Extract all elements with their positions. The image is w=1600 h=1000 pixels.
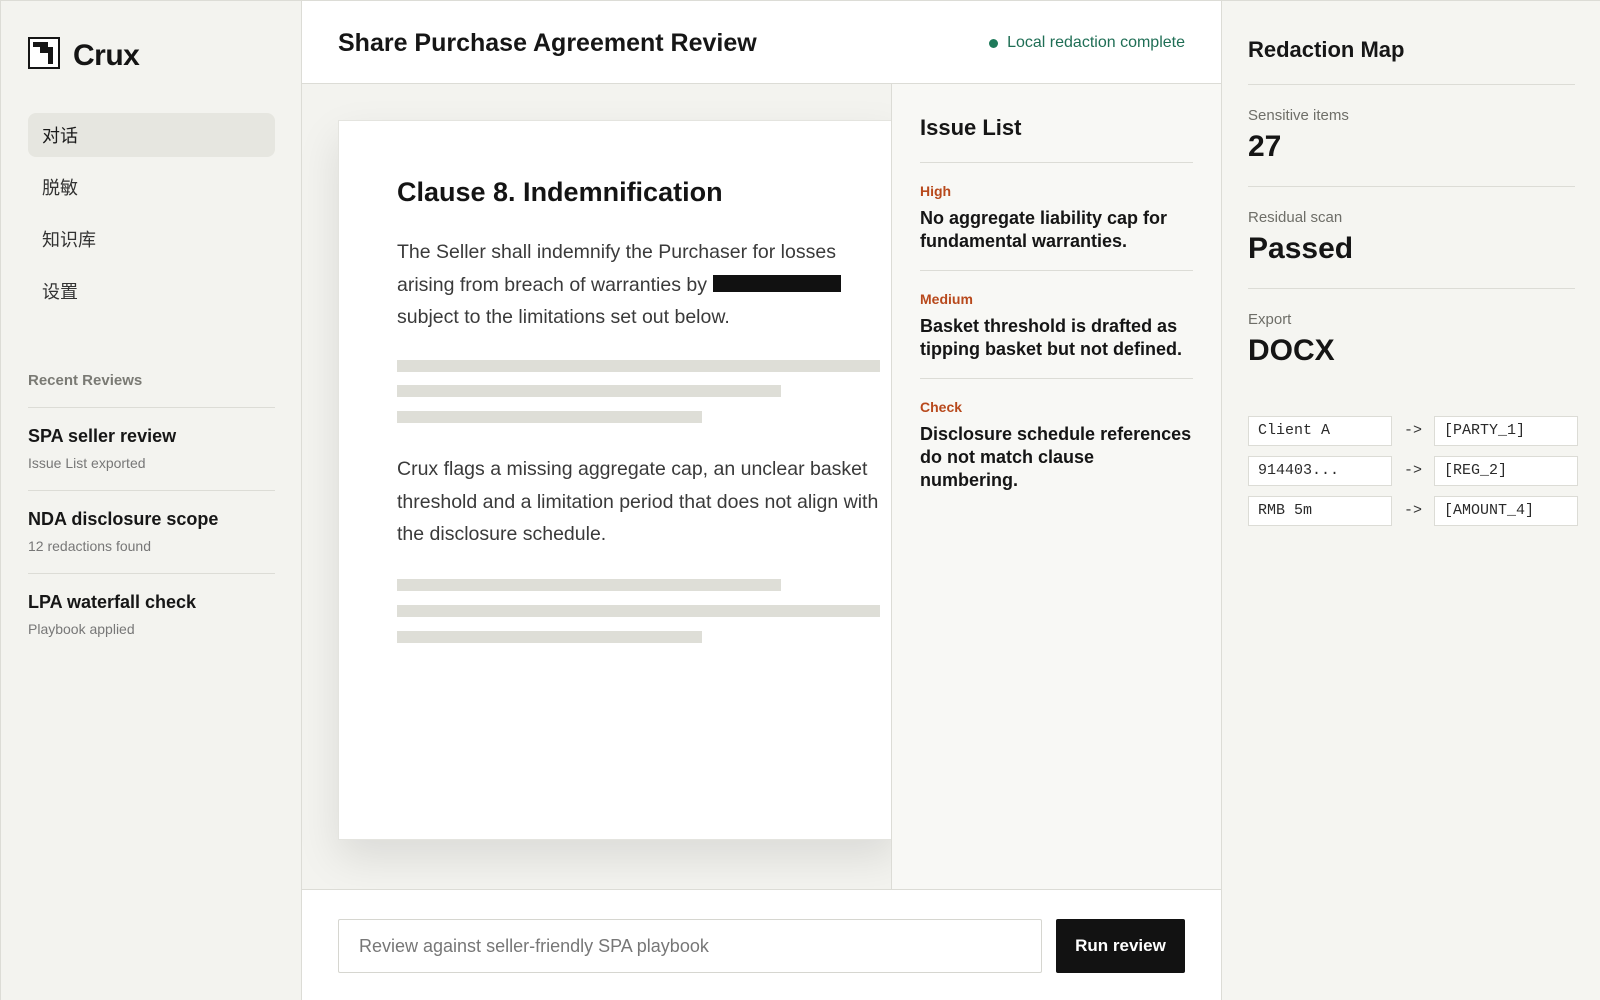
analysis-paragraph: Crux flags a missing aggregate cap, an u… [397,458,879,545]
stat-label: Residual scan [1248,209,1343,226]
mapping-original: Client A [1248,415,1392,446]
recent-review-item[interactable]: LPA waterfall check Playbook applied [28,573,275,656]
clause-title: Clause 8. Indemnification [397,177,723,207]
redaction-block [712,274,841,292]
arrow-icon: -> [1403,462,1422,479]
mapping-row: RMB 5m -> [AMOUNT_4] [1248,495,1578,526]
brand: Crux [28,37,140,74]
recent-reviews-list: SPA seller review Issue List exported ND… [28,407,275,656]
redaction-mapping-table: Client A -> [PARTY_1] 914403... -> [REG_… [1248,415,1578,535]
redaction-status: Local redaction complete [989,34,1185,52]
app-window: Crux 对话 脱敏 知识库 设置 Recent Reviews SPA sel… [0,0,1600,1000]
mapping-token: [REG_2] [1434,455,1578,486]
status-text: Local redaction complete [1007,34,1185,51]
recent-review-subtitle: Playbook applied [28,621,135,637]
text-placeholder-line [397,360,880,372]
mapping-row: 914403... -> [REG_2] [1248,455,1578,486]
recent-reviews-heading: Recent Reviews [28,372,143,389]
issue-description: No aggregate liability cap for fundament… [920,208,1168,251]
arrow-icon: -> [1403,422,1422,439]
text-placeholder-line [397,579,781,591]
sidebar-item-label: 脱敏 [42,178,78,198]
stat-value: Passed [1248,232,1354,265]
sidebar-item-chat[interactable]: 对话 [28,113,275,157]
review-prompt-input[interactable] [338,919,1042,973]
issue-item-check[interactable]: Check Disclosure schedule references do … [920,378,1193,490]
redaction-map-title: Redaction Map [1248,37,1405,62]
arrow-icon: -> [1403,502,1422,519]
crux-logo-icon [28,37,60,74]
mapping-original: RMB 5m [1248,495,1392,526]
stat-label: Export [1248,311,1292,328]
recent-review-subtitle: 12 redactions found [28,538,151,554]
recent-review-title: LPA waterfall check [28,592,197,612]
mapping-row: Client A -> [PARTY_1] [1248,415,1578,446]
issue-item-high[interactable]: High No aggregate liability cap for fund… [920,162,1193,270]
sidebar-item-redaction[interactable]: 脱敏 [28,165,275,209]
recent-review-title: SPA seller review [28,426,177,446]
app-name: Crux [73,38,140,72]
issue-severity: Medium [920,291,973,307]
recent-review-item[interactable]: NDA disclosure scope 12 redactions found [28,490,275,573]
issue-description: Disclosure schedule references do not ma… [920,424,1192,490]
clause-text-after: subject to the limitations set out below… [397,306,730,328]
redaction-map-panel: Redaction Map Sensitive items 27 Residua… [1221,1,1600,1000]
page-header: Share Purchase Agreement Review Local re… [302,1,1221,84]
issue-list-title: Issue List [920,115,1022,140]
document-viewer[interactable]: Clause 8. Indemnification The Seller sha… [302,84,891,889]
status-dot-icon [989,38,999,48]
page-title: Share Purchase Agreement Review [338,29,757,57]
composer-bar: Run review [302,889,1221,1000]
recent-review-title: NDA disclosure scope [28,509,219,529]
text-placeholder-line [397,411,702,423]
recent-review-item[interactable]: SPA seller review Issue List exported [28,407,275,490]
sidebar-item-label: 对话 [42,126,78,146]
stat-label: Sensitive items [1248,107,1349,124]
stat-value: 27 [1248,130,1282,163]
document-page: Clause 8. Indemnification The Seller sha… [338,120,891,840]
issue-list: High No aggregate liability cap for fund… [920,162,1193,490]
issue-list-panel: Issue List High No aggregate liability c… [891,84,1221,889]
mapping-original: 914403... [1248,455,1392,486]
sidebar-nav: 对话 脱敏 知识库 设置 [28,113,275,321]
review-workspace: Share Purchase Agreement Review Local re… [302,1,1221,1000]
recent-review-subtitle: Issue List exported [28,455,146,471]
stat-export-format: Export DOCX [1248,288,1575,368]
issue-severity: Check [920,399,963,415]
stat-sensitive-items: Sensitive items 27 [1248,84,1575,164]
issue-item-medium[interactable]: Medium Basket threshold is drafted as ti… [920,270,1193,378]
clause-paragraph: The Seller shall indemnify the Purchaser… [397,236,891,334]
text-placeholder-line [397,385,781,397]
sidebar-item-settings[interactable]: 设置 [28,269,275,313]
issue-description: Basket threshold is drafted as tipping b… [920,316,1182,359]
sidebar-item-label: 设置 [42,282,78,302]
sidebar: Crux 对话 脱敏 知识库 设置 Recent Reviews SPA sel… [1,1,302,1000]
sidebar-item-label: 知识库 [42,230,96,250]
run-review-button[interactable]: Run review [1056,919,1185,973]
sidebar-item-knowledge-base[interactable]: 知识库 [28,217,275,261]
mapping-token: [PARTY_1] [1434,415,1578,446]
stat-value: DOCX [1248,334,1335,367]
mapping-token: [AMOUNT_4] [1434,495,1578,526]
text-placeholder-line [397,605,880,617]
text-placeholder-line [397,631,702,643]
issue-severity: High [920,183,952,199]
stat-residual-scan: Residual scan Passed [1248,186,1575,266]
